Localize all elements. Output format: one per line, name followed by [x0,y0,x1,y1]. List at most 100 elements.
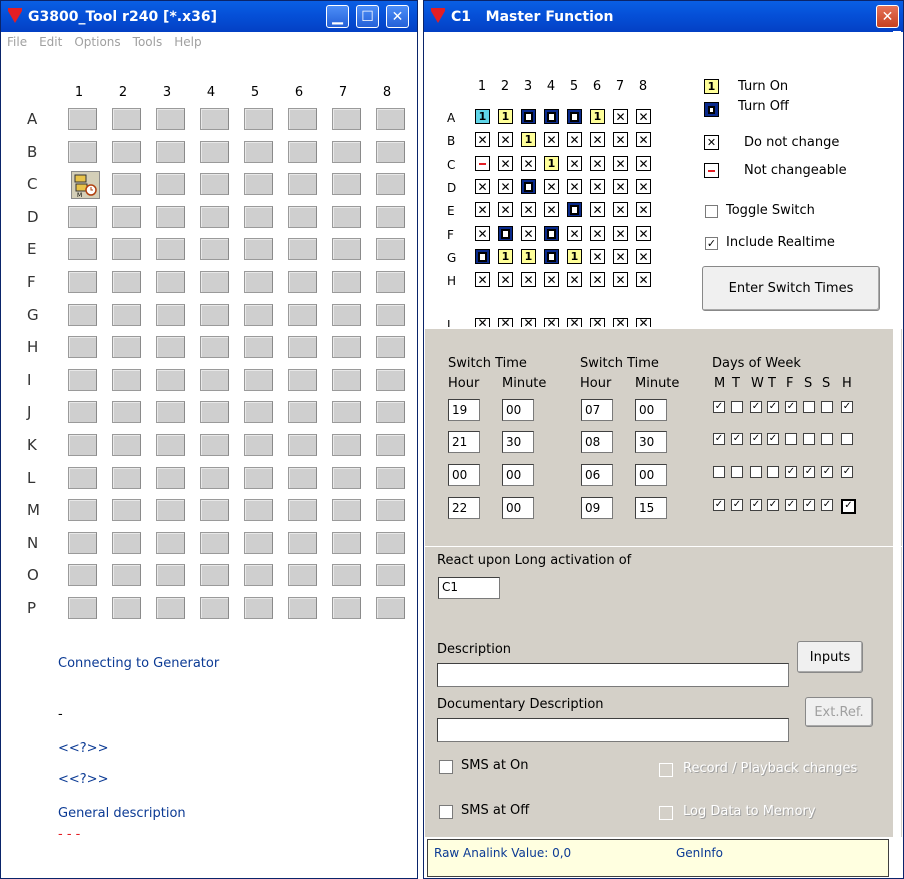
grid-cell[interactable] [288,205,317,228]
grid-cell[interactable] [200,238,229,261]
matrix-cell[interactable]: ✕ [636,202,651,217]
grid-cell[interactable] [200,434,229,456]
grid-cell[interactable] [200,205,229,228]
matrix-cell[interactable]: ✕ [567,132,582,147]
matrix-cell[interactable]: 1 [567,249,582,264]
main-title-bar[interactable]: G3800_Tool r240 [*.x36] ▁ ☐ ✕ [1,1,417,32]
grid-cell[interactable] [200,271,229,293]
grid-cell[interactable] [376,140,405,163]
grid-cell[interactable] [244,271,273,293]
grid-cell[interactable] [244,173,273,196]
matrix-cell[interactable]: ✕ [544,179,559,194]
off-hour-input[interactable]: 06 [581,464,613,486]
log-data-checkbox[interactable] [659,806,673,820]
matrix-cell[interactable]: ✕ [567,318,582,327]
grid-cell[interactable] [200,401,229,424]
grid-cell[interactable] [156,238,185,261]
matrix-cell[interactable]: ✕ [590,249,605,264]
grid-cell[interactable] [200,499,229,522]
matrix-cell[interactable] [544,226,559,241]
grid-cell[interactable] [332,531,361,554]
maximize-button[interactable]: ☐ [356,5,379,28]
on-minute-input[interactable]: 00 [502,497,534,519]
matrix-cell[interactable] [567,109,582,124]
grid-cell[interactable] [332,401,361,424]
grid-cell[interactable] [332,140,361,163]
grid-cell[interactable] [156,336,185,359]
grid-cell[interactable] [288,597,317,619]
matrix-cell[interactable]: 1 [590,109,605,124]
matrix-cell[interactable] [475,249,490,264]
grid-cell[interactable] [376,173,405,196]
grid-cell[interactable] [244,336,273,359]
grid-cell[interactable] [112,434,141,456]
matrix-cell[interactable]: ✕ [636,109,651,124]
matrix-cell[interactable]: ✕ [521,226,536,241]
grid-cell[interactable] [288,368,317,391]
matrix-cell[interactable]: ✕ [544,272,559,287]
grid-cell[interactable] [68,336,97,359]
grid-cell[interactable] [156,303,185,326]
grid-cell[interactable] [200,173,229,196]
grid-cell[interactable] [68,564,97,587]
minimize-button[interactable]: ▁ [326,5,349,28]
matrix-cell[interactable]: ✕ [567,179,582,194]
matrix-cell[interactable]: ✕ [521,156,536,171]
grid-cell[interactable] [156,434,185,456]
matrix-cell[interactable]: ✕ [613,109,628,124]
grid-cell[interactable] [332,336,361,359]
grid-cell[interactable] [288,238,317,261]
matrix-cell[interactable]: ✕ [613,179,628,194]
grid-cell[interactable] [156,466,185,489]
on-hour-input[interactable]: 21 [448,431,480,453]
on-hour-input[interactable]: 22 [448,497,480,519]
grid-cell[interactable] [112,401,141,424]
matrix-cell[interactable]: ✕ [636,179,651,194]
matrix-cell[interactable]: 1 [544,156,559,171]
grid-cell[interactable] [376,499,405,522]
day-checkbox[interactable] [731,401,743,413]
grid-cell[interactable] [332,368,361,391]
grid-cell[interactable] [200,597,229,619]
grid-cell[interactable] [376,205,405,228]
grid-cell[interactable] [376,564,405,587]
ext-ref-button[interactable]: Ext.Ref. [805,697,873,727]
day-checkbox[interactable]: ✓ [750,499,762,511]
day-checkbox[interactable] [713,466,725,478]
grid-cell[interactable] [244,564,273,587]
matrix-cell[interactable] [567,202,582,217]
grid-cell[interactable] [244,238,273,261]
day-checkbox[interactable]: ✓ [803,499,815,511]
matrix-cell[interactable]: ✕ [521,202,536,217]
matrix-cell[interactable]: ✕ [590,179,605,194]
grid-cell[interactable] [376,401,405,424]
grid-cell[interactable] [288,140,317,163]
grid-cell[interactable] [112,499,141,522]
grid-cell[interactable] [244,434,273,456]
day-checkbox[interactable]: ✓ [713,499,725,511]
grid-cell[interactable] [112,271,141,293]
grid-cell[interactable] [288,531,317,554]
grid-cell[interactable] [244,401,273,424]
grid-cell[interactable] [244,368,273,391]
day-checkbox[interactable]: ✓ [731,433,743,445]
grid-cell[interactable] [200,564,229,587]
off-hour-input[interactable]: 07 [581,399,613,421]
matrix-cell[interactable]: ✕ [521,272,536,287]
grid-cell[interactable] [200,140,229,163]
matrix-cell[interactable]: 1 [475,109,490,124]
matrix-cell[interactable]: ✕ [590,156,605,171]
grid-cell[interactable] [68,303,97,326]
matrix-cell[interactable]: ✕ [567,226,582,241]
matrix-cell[interactable]: ✕ [498,272,513,287]
matrix-cell[interactable]: ✕ [475,318,490,327]
day-checkbox[interactable]: ✓ [785,466,797,478]
grid-cell[interactable] [332,173,361,196]
grid-cell[interactable] [112,597,141,619]
grid-cell[interactable] [68,140,97,163]
on-minute-input[interactable]: 30 [502,431,534,453]
menu-file[interactable]: File [7,35,27,49]
on-minute-input[interactable]: 00 [502,399,534,421]
menu-options[interactable]: Options [74,35,120,49]
grid-cell[interactable] [156,271,185,293]
